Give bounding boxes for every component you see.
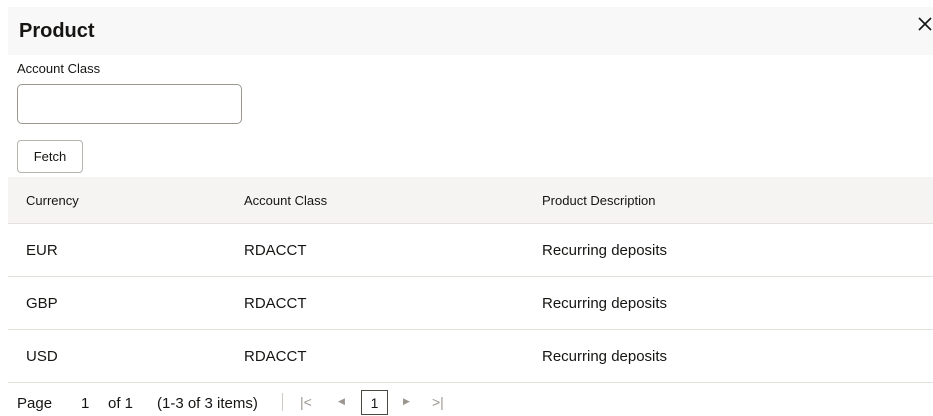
first-page-icon[interactable]: |< [300, 394, 312, 410]
pagination: Page 1 of 1 (1-3 of 3 items) |< ◀ 1 ▶ >| [0, 387, 933, 416]
product-table: Currency Account Class Product Descripti… [8, 177, 933, 383]
cell-account-class: RDACCT [244, 294, 307, 312]
page-total-label: of 1 [108, 395, 134, 412]
cell-product-description: Recurring deposits [542, 241, 668, 259]
cell-currency: EUR [26, 241, 58, 259]
cell-currency: GBP [26, 294, 58, 312]
cell-account-class: RDACCT [244, 241, 307, 259]
last-page-icon[interactable]: >| [432, 394, 444, 410]
account-class-input[interactable] [17, 84, 242, 124]
column-header-currency[interactable]: Currency [26, 177, 79, 223]
next-page-icon[interactable]: ▶ [403, 396, 410, 407]
page-number-input[interactable]: 1 [81, 395, 89, 412]
fetch-button[interactable]: Fetch [17, 140, 83, 173]
cell-product-description: Recurring deposits [542, 347, 668, 365]
table-row[interactable]: GBP RDACCT Recurring deposits [8, 277, 933, 330]
dialog-title: Product [19, 20, 95, 42]
account-class-label: Account Class [17, 61, 101, 76]
cell-account-class: RDACCT [244, 347, 307, 365]
column-header-account-class[interactable]: Account Class [244, 177, 327, 223]
current-page-button[interactable]: 1 [361, 390, 388, 415]
close-icon[interactable] [917, 16, 933, 32]
page-label: Page [17, 395, 53, 412]
column-header-product-description[interactable]: Product Description [542, 177, 655, 223]
cell-product-description: Recurring deposits [542, 294, 668, 312]
table-row[interactable]: USD RDACCT Recurring deposits [8, 330, 933, 383]
pagination-divider [282, 393, 283, 411]
dialog-header: Product [8, 7, 933, 55]
table-header: Currency Account Class Product Descripti… [8, 177, 933, 224]
cell-currency: USD [26, 347, 58, 365]
table-row[interactable]: EUR RDACCT Recurring deposits [8, 224, 933, 277]
items-count-label: (1-3 of 3 items) [157, 395, 258, 412]
previous-page-icon[interactable]: ◀ [338, 396, 345, 407]
